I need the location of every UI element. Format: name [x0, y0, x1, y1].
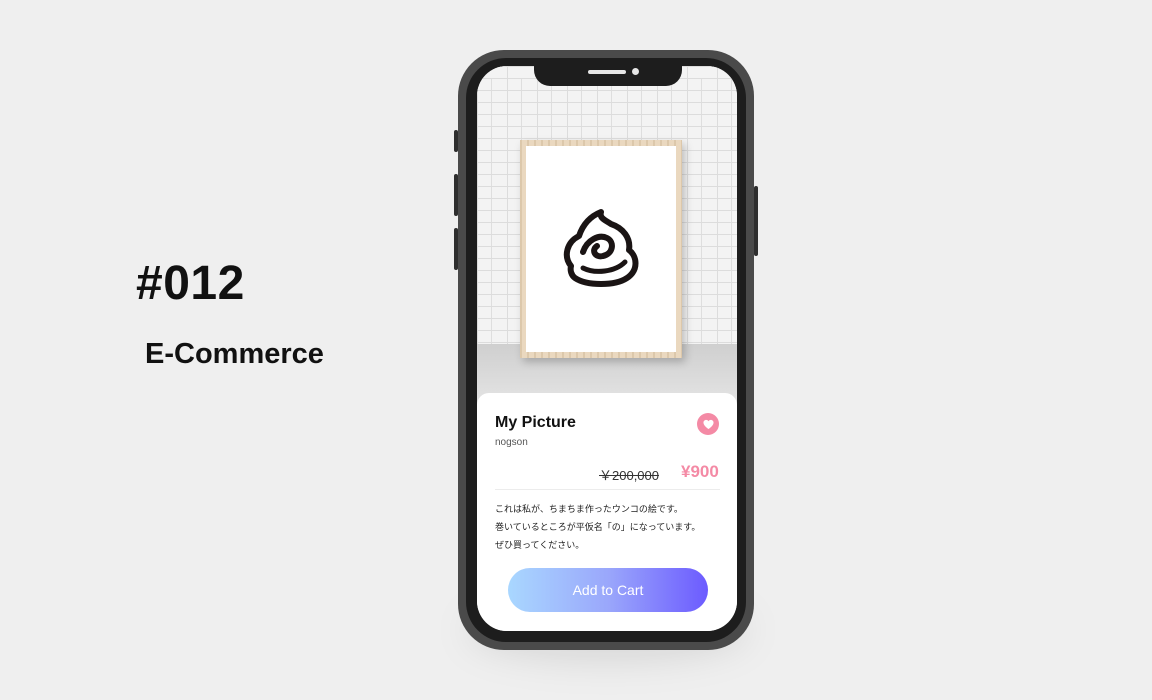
product-card: My Picture nogson ￥200,000 ¥900 これは私が、ちま… [477, 393, 737, 631]
shot-number: #012 [136, 257, 245, 310]
heart-icon [702, 419, 714, 429]
phone-notch [534, 66, 682, 86]
product-artist: nogson [495, 437, 528, 448]
add-to-cart-button[interactable]: Add to Cart [508, 568, 708, 612]
sale-price: ¥900 [681, 462, 719, 481]
product-image-frame[interactable] [520, 140, 682, 358]
stage: #012 E-Commerce My Picture nogson ￥200,0… [0, 0, 1152, 700]
product-description: これは私が、ちまちま作ったウンコの絵です。 巻いているところが平仮名「の」になっ… [495, 501, 725, 555]
phone-volume-up [454, 174, 458, 216]
phone-mute-switch [454, 130, 458, 152]
phone-mockup: My Picture nogson ￥200,000 ¥900 これは私が、ちま… [454, 50, 758, 650]
speaker-grille [588, 70, 626, 74]
original-price: ￥200,000 [599, 468, 659, 483]
artwork-canvas [526, 146, 676, 352]
description-line: 巻いているところが平仮名「の」になっています。 [495, 523, 701, 533]
phone-power-button [754, 186, 758, 256]
price-divider [495, 489, 720, 490]
shot-title: E-Commerce [145, 338, 324, 370]
description-line: これは私が、ちまちま作ったウンコの絵です。 [495, 505, 683, 515]
product-name: My Picture [495, 414, 576, 431]
swirl-artwork-icon [563, 209, 639, 287]
favorite-button[interactable] [697, 413, 719, 435]
phone-volume-down [454, 228, 458, 270]
description-line: ぜひ買ってください。 [495, 541, 585, 551]
phone-screen: My Picture nogson ￥200,000 ¥900 これは私が、ちま… [477, 66, 737, 631]
front-camera [632, 68, 639, 75]
